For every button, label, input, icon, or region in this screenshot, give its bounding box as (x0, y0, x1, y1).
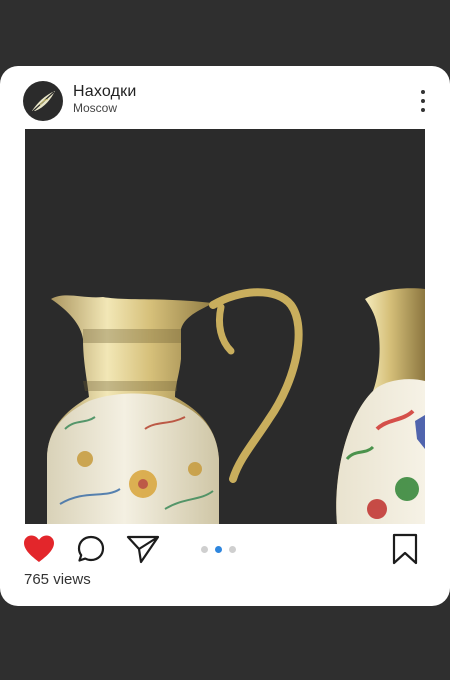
avatar[interactable] (23, 81, 63, 121)
bookmark-icon (392, 533, 418, 565)
carousel-dot[interactable] (201, 546, 208, 553)
more-options-button[interactable] (412, 88, 434, 114)
post-card: Находки Moscow 765 views (0, 66, 450, 606)
share-button[interactable] (126, 534, 160, 569)
post-image (47, 288, 425, 524)
save-button[interactable] (390, 533, 420, 570)
post-header: Находки Moscow (0, 66, 450, 130)
heart-icon (24, 535, 54, 562)
comment-button[interactable] (76, 534, 106, 569)
more-vertical-icon (421, 90, 425, 94)
comment-icon (77, 535, 105, 562)
post-photo[interactable] (25, 129, 425, 524)
more-dot (421, 99, 425, 103)
views-count: 765 views (24, 571, 91, 588)
post-actions (0, 530, 450, 570)
carousel-dot-active[interactable] (215, 546, 222, 553)
carousel-indicator (201, 546, 236, 553)
leaf-logo-icon (32, 91, 55, 112)
send-icon (126, 535, 160, 564)
carousel-dot[interactable] (229, 546, 236, 553)
username[interactable]: Находки (73, 83, 137, 101)
location[interactable]: Moscow (73, 101, 117, 115)
like-button[interactable] (22, 534, 56, 569)
more-dot (421, 108, 425, 112)
